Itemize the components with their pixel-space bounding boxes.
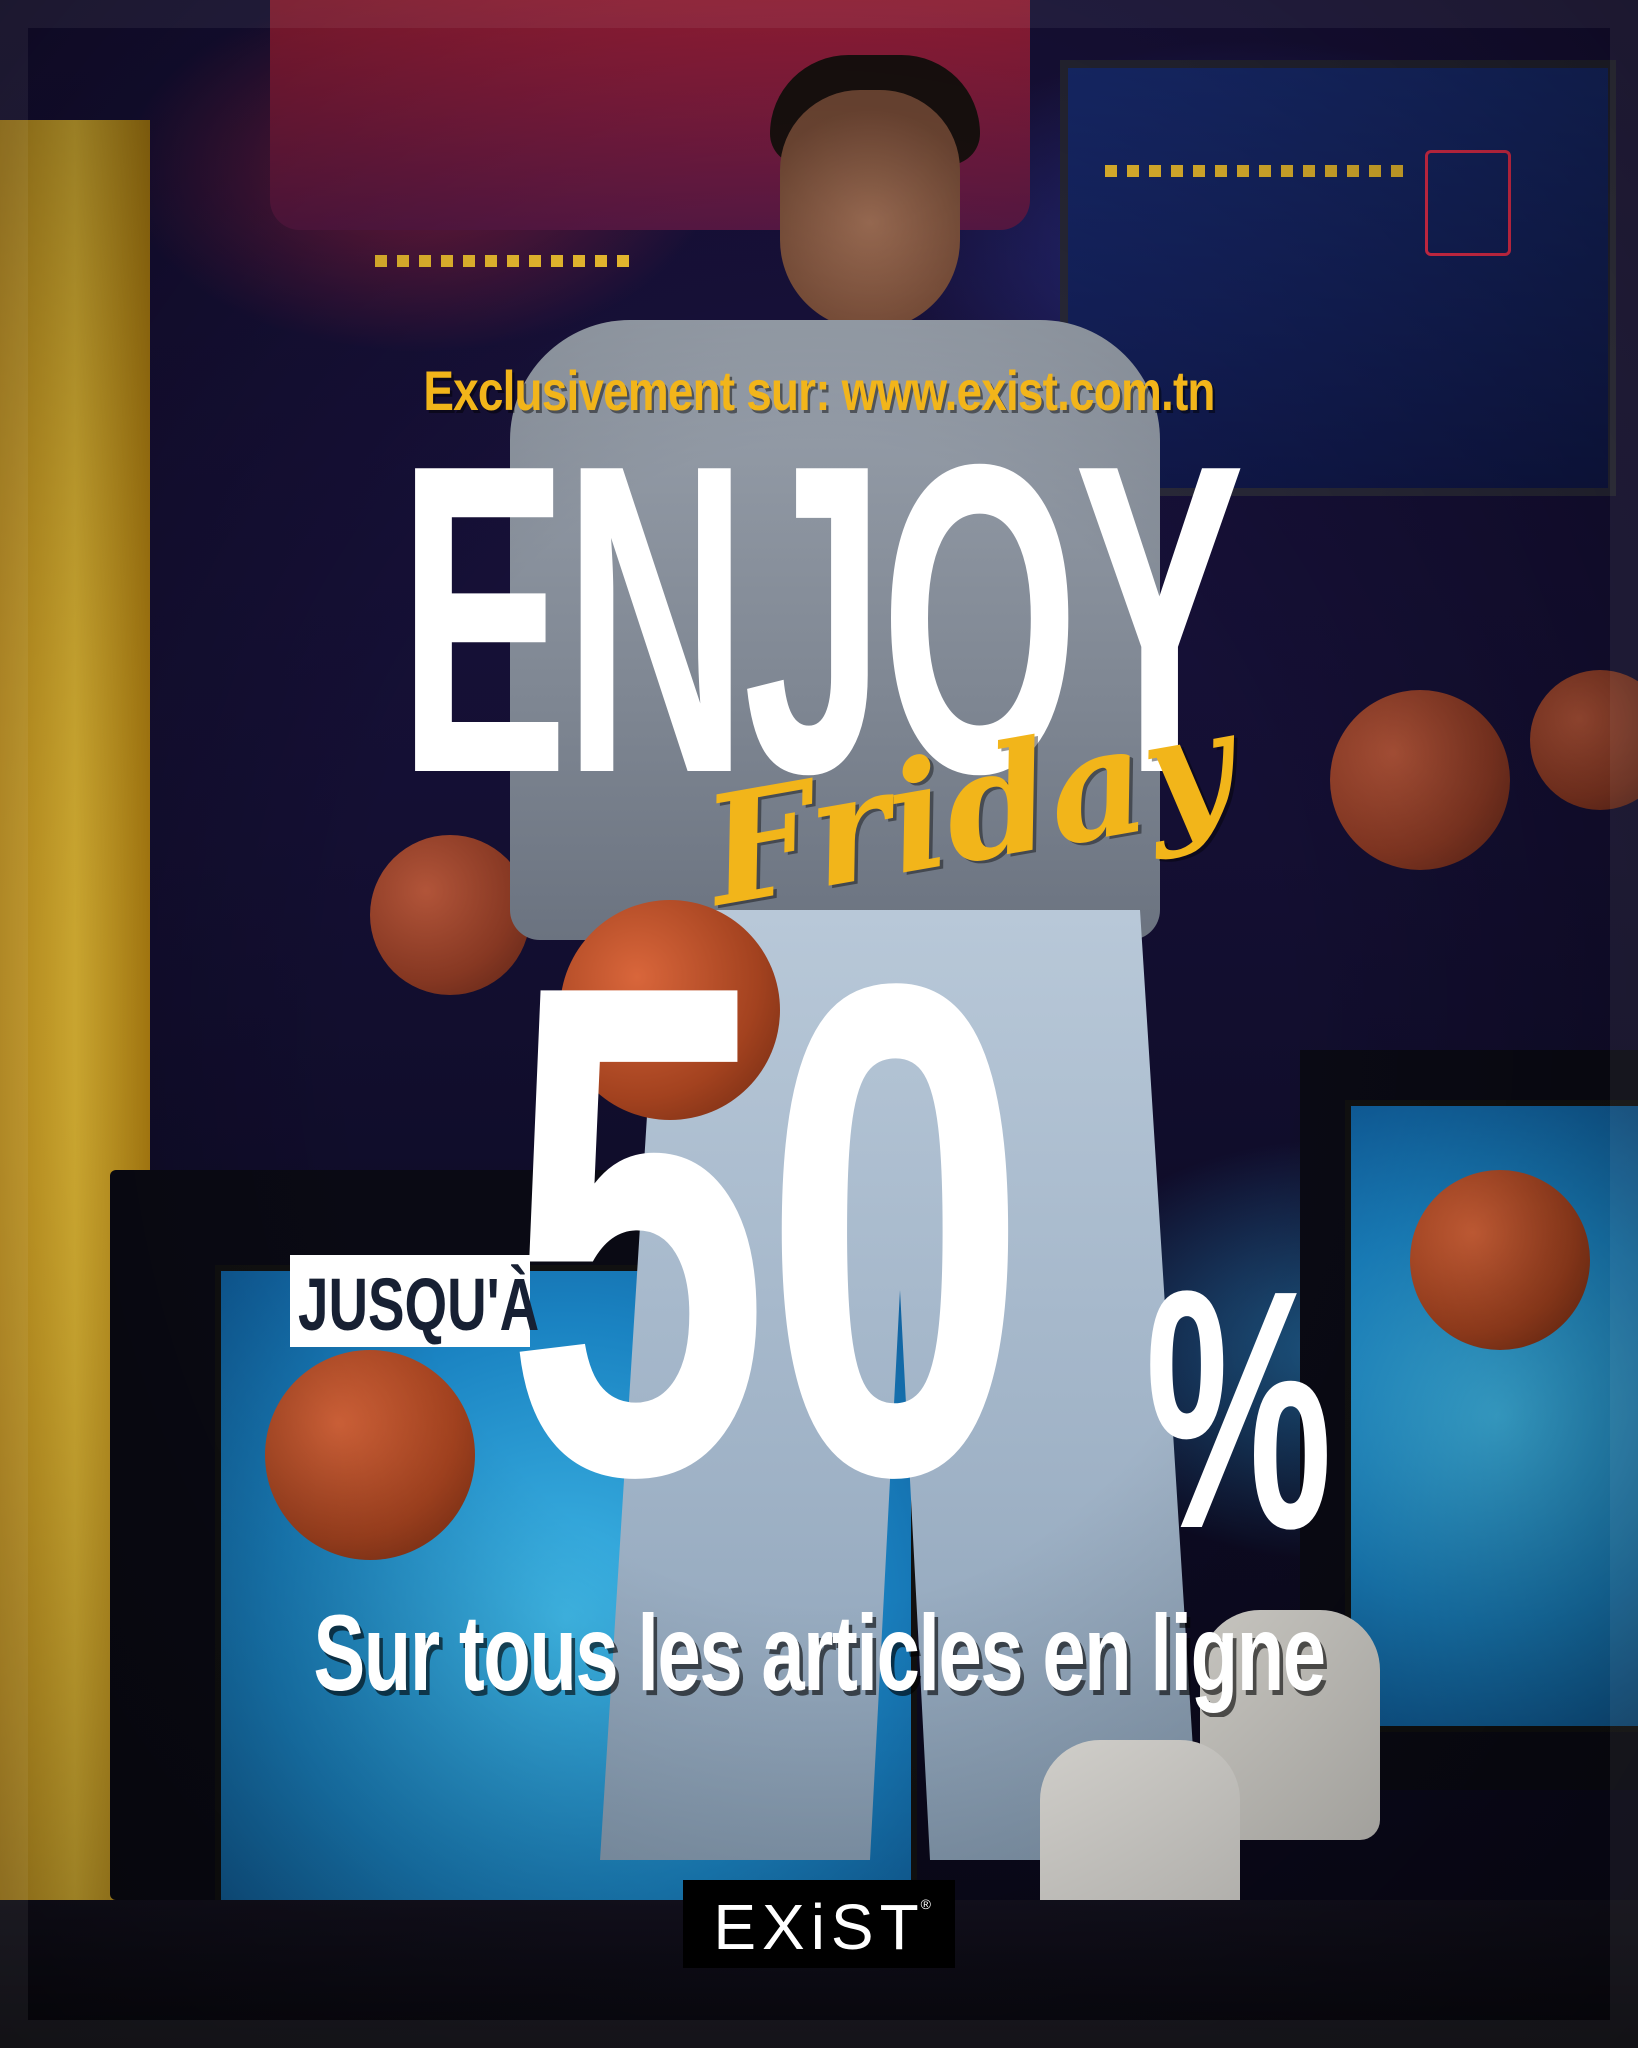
percent-sign: % [1145, 1220, 1333, 1600]
registered-mark: ® [920, 1896, 937, 1912]
brand-logo-text: EXiST [713, 1891, 925, 1963]
discount-amount: 50 [505, 839, 1028, 1621]
jusqua-label: JUSQU'À [298, 1263, 540, 1346]
brand-logo: EXiST ® [683, 1890, 955, 1964]
offer-subtitle: Sur tous les articles en ligne [313, 1592, 1326, 1713]
promo-poster: Exclusivement sur: www.exist.com.tn ENJO… [0, 0, 1638, 2048]
